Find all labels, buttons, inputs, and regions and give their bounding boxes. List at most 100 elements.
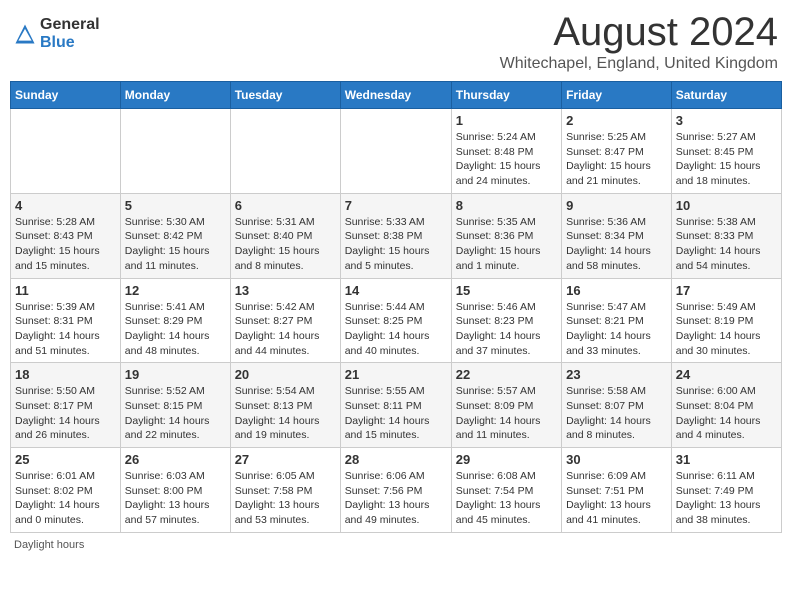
weekday-header-row: SundayMondayTuesdayWednesdayThursdayFrid…: [11, 82, 782, 109]
day-number: 11: [15, 283, 116, 298]
week-row-4: 18 Sunrise: 5:50 AM Sunset: 8:17 PM Dayli…: [11, 363, 782, 448]
day-info: Sunrise: 5:33 AM Sunset: 8:38 PM Dayligh…: [345, 215, 447, 274]
day-cell: [340, 109, 451, 194]
day-info: Sunrise: 5:54 AM Sunset: 8:13 PM Dayligh…: [235, 384, 336, 443]
day-number: 14: [345, 283, 447, 298]
logo-text: General Blue: [40, 16, 100, 51]
day-cell: 2Sunrise: 5:25 AM Sunset: 8:47 PM Daylig…: [562, 109, 672, 194]
day-number: 3: [676, 113, 777, 128]
day-number: 30: [566, 452, 667, 467]
day-cell: 5Sunrise: 5:30 AM Sunset: 8:42 PM Daylig…: [120, 193, 230, 278]
day-info: Sunrise: 5:31 AM Sunset: 8:40 PM Dayligh…: [235, 215, 336, 274]
day-cell: 10 Sunrise: 5:38 AM Sunset: 8:33 PM Dayli…: [671, 193, 781, 278]
day-cell: 26 Sunrise: 6:03 AM Sunset: 8:00 PM Dayli…: [120, 448, 230, 533]
day-info: Sunrise: 6:05 AM Sunset: 7:58 PM Dayligh…: [235, 469, 336, 528]
day-cell: 13 Sunrise: 5:42 AM Sunset: 8:27 PM Dayli…: [230, 278, 340, 363]
day-cell: 23Sunrise: 5:58 AM Sunset: 8:07 PM Dayli…: [562, 363, 672, 448]
day-info: Sunrise: 5:28 AM Sunset: 8:43 PM Dayligh…: [15, 215, 116, 274]
day-info: Sunrise: 6:03 AM Sunset: 8:00 PM Dayligh…: [125, 469, 226, 528]
day-info: Sunrise: 5:47 AM Sunset: 8:21 PM Dayligh…: [566, 300, 667, 359]
day-cell: 18 Sunrise: 5:50 AM Sunset: 8:17 PM Dayli…: [11, 363, 121, 448]
day-cell: 17 Sunrise: 5:49 AM Sunset: 8:19 PM Dayli…: [671, 278, 781, 363]
logo-icon: [14, 23, 36, 45]
day-cell: 4 Sunrise: 5:28 AM Sunset: 8:43 PM Daylig…: [11, 193, 121, 278]
day-cell: 20 Sunrise: 5:54 AM Sunset: 8:13 PM Dayli…: [230, 363, 340, 448]
month-title: August 2024: [500, 10, 778, 55]
day-cell: 16 Sunrise: 5:47 AM Sunset: 8:21 PM Dayli…: [562, 278, 672, 363]
day-info: Sunrise: 5:24 AM Sunset: 8:48 PM Dayligh…: [456, 130, 557, 189]
day-cell: 24Sunrise: 6:00 AM Sunset: 8:04 PM Dayli…: [671, 363, 781, 448]
day-cell: 25Sunrise: 6:01 AM Sunset: 8:02 PM Dayli…: [11, 448, 121, 533]
day-number: 27: [235, 452, 336, 467]
day-number: 1: [456, 113, 557, 128]
day-number: 4: [15, 198, 116, 213]
day-cell: 11 Sunrise: 5:39 AM Sunset: 8:31 PM Dayli…: [11, 278, 121, 363]
day-info: Sunrise: 6:09 AM Sunset: 7:51 PM Dayligh…: [566, 469, 667, 528]
week-row-1: 1 Sunrise: 5:24 AM Sunset: 8:48 PM Daylig…: [11, 109, 782, 194]
day-cell: [230, 109, 340, 194]
day-cell: 31Sunrise: 6:11 AM Sunset: 7:49 PM Dayli…: [671, 448, 781, 533]
day-number: 28: [345, 452, 447, 467]
day-cell: 9Sunrise: 5:36 AM Sunset: 8:34 PM Daylig…: [562, 193, 672, 278]
day-number: 21: [345, 367, 447, 382]
day-number: 20: [235, 367, 336, 382]
day-info: Sunrise: 5:42 AM Sunset: 8:27 PM Dayligh…: [235, 300, 336, 359]
weekday-header-sunday: Sunday: [11, 82, 121, 109]
day-cell: 7 Sunrise: 5:33 AM Sunset: 8:38 PM Daylig…: [340, 193, 451, 278]
day-info: Sunrise: 5:49 AM Sunset: 8:19 PM Dayligh…: [676, 300, 777, 359]
footer-note: Daylight hours: [10, 539, 782, 551]
day-number: 16: [566, 283, 667, 298]
day-cell: 19 Sunrise: 5:52 AM Sunset: 8:15 PM Dayli…: [120, 363, 230, 448]
logo-general-text: General: [40, 16, 100, 34]
day-cell: 30 Sunrise: 6:09 AM Sunset: 7:51 PM Dayli…: [562, 448, 672, 533]
day-number: 17: [676, 283, 777, 298]
day-info: Sunrise: 5:55 AM Sunset: 8:11 PM Dayligh…: [345, 384, 447, 443]
week-row-3: 11 Sunrise: 5:39 AM Sunset: 8:31 PM Dayli…: [11, 278, 782, 363]
day-info: Sunrise: 5:58 AM Sunset: 8:07 PM Dayligh…: [566, 384, 667, 443]
day-cell: 1 Sunrise: 5:24 AM Sunset: 8:48 PM Daylig…: [451, 109, 561, 194]
day-number: 19: [125, 367, 226, 382]
day-number: 7: [345, 198, 447, 213]
day-info: Sunrise: 6:01 AM Sunset: 8:02 PM Dayligh…: [15, 469, 116, 528]
weekday-header-saturday: Saturday: [671, 82, 781, 109]
day-cell: 15 Sunrise: 5:46 AM Sunset: 8:23 PM Dayli…: [451, 278, 561, 363]
day-number: 10: [676, 198, 777, 213]
day-info: Sunrise: 5:46 AM Sunset: 8:23 PM Dayligh…: [456, 300, 557, 359]
day-cell: 22 Sunrise: 5:57 AM Sunset: 8:09 PM Dayli…: [451, 363, 561, 448]
calendar: SundayMondayTuesdayWednesdayThursdayFrid…: [10, 81, 782, 533]
day-number: 13: [235, 283, 336, 298]
weekday-header-wednesday: Wednesday: [340, 82, 451, 109]
day-info: Sunrise: 6:08 AM Sunset: 7:54 PM Dayligh…: [456, 469, 557, 528]
day-info: Sunrise: 5:27 AM Sunset: 8:45 PM Dayligh…: [676, 130, 777, 189]
day-number: 24: [676, 367, 777, 382]
day-cell: [120, 109, 230, 194]
day-info: Sunrise: 5:50 AM Sunset: 8:17 PM Dayligh…: [15, 384, 116, 443]
day-info: Sunrise: 6:06 AM Sunset: 7:56 PM Dayligh…: [345, 469, 447, 528]
day-cell: 27 Sunrise: 6:05 AM Sunset: 7:58 PM Dayli…: [230, 448, 340, 533]
day-number: 18: [15, 367, 116, 382]
day-info: Sunrise: 5:25 AM Sunset: 8:47 PM Dayligh…: [566, 130, 667, 189]
week-row-5: 25Sunrise: 6:01 AM Sunset: 8:02 PM Dayli…: [11, 448, 782, 533]
weekday-header-tuesday: Tuesday: [230, 82, 340, 109]
day-cell: 12Sunrise: 5:41 AM Sunset: 8:29 PM Dayli…: [120, 278, 230, 363]
day-number: 15: [456, 283, 557, 298]
day-info: Sunrise: 5:39 AM Sunset: 8:31 PM Dayligh…: [15, 300, 116, 359]
day-info: Sunrise: 5:35 AM Sunset: 8:36 PM Dayligh…: [456, 215, 557, 274]
weekday-header-thursday: Thursday: [451, 82, 561, 109]
week-row-2: 4 Sunrise: 5:28 AM Sunset: 8:43 PM Daylig…: [11, 193, 782, 278]
day-cell: 8Sunrise: 5:35 AM Sunset: 8:36 PM Daylig…: [451, 193, 561, 278]
day-info: Sunrise: 5:44 AM Sunset: 8:25 PM Dayligh…: [345, 300, 447, 359]
day-cell: 6Sunrise: 5:31 AM Sunset: 8:40 PM Daylig…: [230, 193, 340, 278]
day-number: 22: [456, 367, 557, 382]
day-info: Sunrise: 5:38 AM Sunset: 8:33 PM Dayligh…: [676, 215, 777, 274]
header: General Blue August 2024 Whitechapel, En…: [10, 10, 782, 73]
weekday-header-monday: Monday: [120, 82, 230, 109]
logo: General Blue: [14, 16, 100, 51]
day-cell: 29Sunrise: 6:08 AM Sunset: 7:54 PM Dayli…: [451, 448, 561, 533]
day-info: Sunrise: 5:52 AM Sunset: 8:15 PM Dayligh…: [125, 384, 226, 443]
day-number: 26: [125, 452, 226, 467]
day-info: Sunrise: 5:57 AM Sunset: 8:09 PM Dayligh…: [456, 384, 557, 443]
day-number: 5: [125, 198, 226, 213]
day-number: 31: [676, 452, 777, 467]
day-cell: [11, 109, 121, 194]
